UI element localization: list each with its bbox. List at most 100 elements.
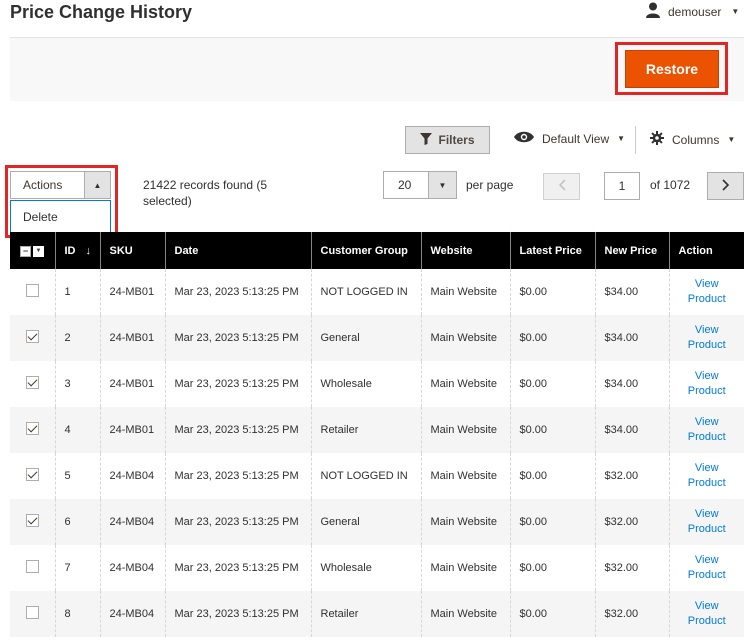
caret-down-icon: ▼ [33,245,44,257]
column-header-id[interactable]: ID ↓ [54,232,100,269]
view-product-link-text: Product [687,477,726,489]
filters-button[interactable]: Filters [405,126,490,154]
toolbar-divider [635,126,636,154]
restore-button[interactable]: Restore [625,50,719,88]
column-header-new-price[interactable]: New Price [594,232,669,269]
page-size-select[interactable]: 20 ▼ [383,171,457,199]
table-row[interactable]: 3 24-MB01 Mar 23, 2023 5:13:25 PM Wholesale… [10,361,744,407]
cell-action: View Product [668,315,744,361]
table-row[interactable]: 6 24-MB04 Mar 23, 2023 5:13:25 PM General Ma… [10,499,744,545]
row-checkbox[interactable] [26,376,39,389]
mass-action-delete[interactable]: Delete [10,200,111,235]
cell-date: Mar 23, 2023 5:13:25 PM [164,269,311,315]
view-product-link[interactable]: View Product [679,369,736,399]
view-product-link[interactable]: View Product [679,553,736,583]
column-header-website[interactable]: Website [420,232,510,269]
table-row[interactable]: 2 24-MB01 Mar 23, 2023 5:13:25 PM General Ma… [10,315,744,361]
cell-id: 1 [54,269,100,315]
column-header-sku[interactable]: SKU [99,232,165,269]
default-view-dropdown[interactable]: Default View ▼ [514,131,625,146]
view-product-link-text: Product [687,569,726,581]
cell-select [10,361,55,407]
cell-action: View Product [668,591,744,637]
cell-sku: 24-MB01 [99,361,165,407]
view-product-link-text: View [694,554,719,566]
view-product-link[interactable]: View Product [679,461,736,491]
column-header-action: Action [668,232,744,269]
cell-date: Mar 23, 2023 5:13:25 PM [164,545,311,591]
view-product-link[interactable]: View Product [679,507,736,537]
view-product-link-text: View [694,324,719,336]
caret-down-icon[interactable]: ▼ [428,172,456,198]
cell-website: Main Website [420,315,510,361]
column-header-latest-price[interactable]: Latest Price [509,232,595,269]
cell-new-price: $34.00 [594,361,669,407]
table-row[interactable]: 5 24-MB04 Mar 23, 2023 5:13:25 PM NOT LOGGE… [10,453,744,499]
cell-latest-price: $0.00 [509,499,595,545]
table-row[interactable]: 7 24-MB04 Mar 23, 2023 5:13:25 PM Wholesale… [10,545,744,591]
cell-website: Main Website [420,545,510,591]
cell-select [10,545,55,591]
cell-action: View Product [668,545,744,591]
cell-id: 4 [54,407,100,453]
cell-select [10,407,55,453]
view-product-link-text: Product [687,385,726,397]
row-checkbox[interactable] [26,514,39,527]
cell-sku: 24-MB01 [99,315,165,361]
eye-icon [514,131,534,146]
cell-action: View Product [668,499,744,545]
cell-sku: 24-MB04 [99,453,165,499]
cell-customer-group: NOT LOGGED IN [310,453,421,499]
view-product-link[interactable]: View Product [679,277,736,307]
cell-new-price: $32.00 [594,453,669,499]
cell-latest-price: $0.00 [509,315,595,361]
user-name: demouser [668,4,722,19]
page-title: Price Change History [10,2,193,22]
table-row[interactable]: 4 24-MB01 Mar 23, 2023 5:13:25 PM Retailer M… [10,407,744,453]
cell-latest-price: $0.00 [509,453,595,499]
chevron-left-icon [558,179,566,194]
default-view-label: Default View [542,131,610,146]
mass-select-header[interactable]: − ▼ [10,232,55,269]
view-product-link-text: View [694,462,719,474]
per-page-label: per page [466,178,514,192]
caret-down-icon: ▼ [731,7,740,16]
table-row[interactable]: 8 24-MB04 Mar 23, 2023 5:13:25 PM Retailer M… [10,591,744,637]
view-product-link[interactable]: View Product [679,323,736,353]
mass-actions-select[interactable]: Actions ▲ [10,171,111,199]
current-page-input[interactable]: 1 [604,172,640,200]
column-header-customer-group[interactable]: Customer Group [310,232,421,269]
cell-id: 8 [54,591,100,637]
cell-select [10,453,55,499]
previous-page-button[interactable] [543,173,580,200]
user-icon [646,2,660,21]
cell-new-price: $34.00 [594,407,669,453]
cell-latest-price: $0.00 [509,269,595,315]
view-product-link[interactable]: View Product [679,599,736,629]
mass-actions-label: Actions [23,178,63,192]
table-header-row: − ▼ ID ↓ SKU Date Customer Group Website … [10,232,744,269]
row-checkbox[interactable] [26,330,39,343]
row-checkbox[interactable] [26,284,39,297]
caret-up-icon[interactable]: ▲ [84,172,110,198]
view-product-link[interactable]: View Product [679,415,736,445]
cell-id: 5 [54,453,100,499]
row-checkbox[interactable] [26,468,39,481]
user-menu[interactable]: demouser ▼ [646,2,739,21]
row-checkbox[interactable] [26,606,39,619]
column-header-date[interactable]: Date [164,232,311,269]
cell-select [10,269,55,315]
table-row[interactable]: 1 24-MB01 Mar 23, 2023 5:13:25 PM NOT LOGGE… [10,269,744,315]
cell-latest-price: $0.00 [509,591,595,637]
row-checkbox[interactable] [26,560,39,573]
row-checkbox[interactable] [26,422,39,435]
view-product-link-text: Product [687,339,726,351]
cell-customer-group: General [310,315,421,361]
price-history-table: − ▼ ID ↓ SKU Date Customer Group Website … [10,232,744,637]
next-page-button[interactable] [707,172,744,200]
view-product-link-text: Product [687,615,726,627]
columns-dropdown[interactable]: Columns ▼ [650,131,735,148]
cell-select [10,591,55,637]
cell-select [10,315,55,361]
mass-select-checkbox[interactable]: − ▼ [20,245,44,257]
